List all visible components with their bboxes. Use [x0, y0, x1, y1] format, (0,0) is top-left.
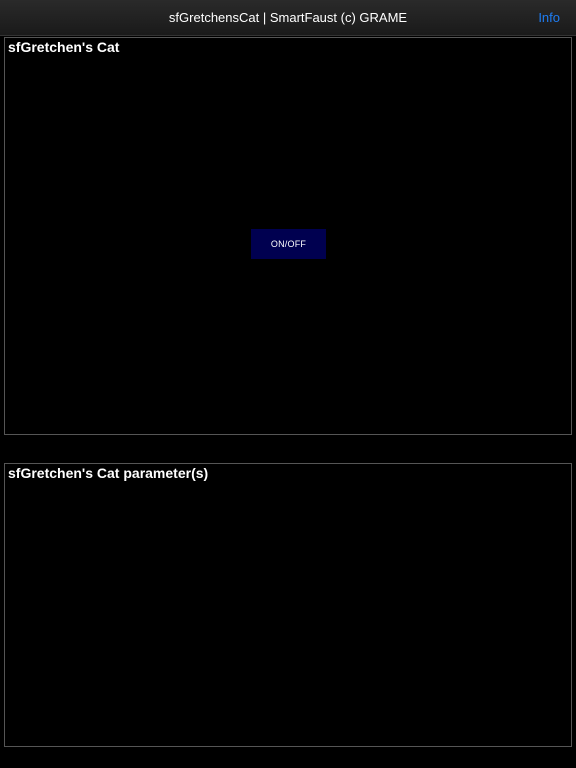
parameters-panel-label: sfGretchen's Cat parameter(s) [8, 465, 209, 481]
info-button[interactable]: Info [538, 0, 560, 36]
main-panel: sfGretchen's Cat ON/OFF [4, 37, 572, 435]
navigation-bar: sfGretchensCat | SmartFaust (c) GRAME In… [0, 0, 576, 36]
app-title: sfGretchensCat | SmartFaust (c) GRAME [168, 10, 408, 25]
parameters-panel: sfGretchen's Cat parameter(s) [4, 463, 572, 747]
main-panel-label: sfGretchen's Cat [8, 39, 120, 55]
onoff-button[interactable]: ON/OFF [251, 229, 326, 259]
